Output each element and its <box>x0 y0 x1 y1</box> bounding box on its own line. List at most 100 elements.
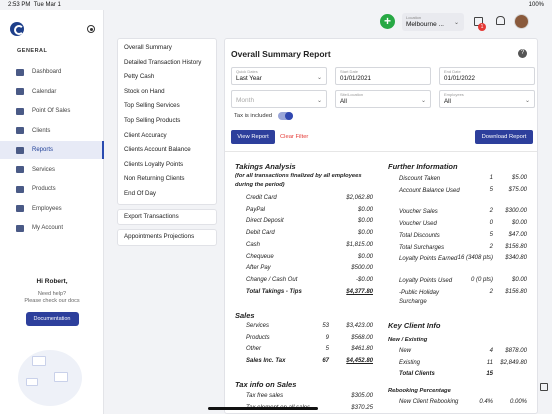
expand-icon[interactable] <box>540 383 548 391</box>
report-item[interactable]: Client Accuracy <box>118 129 216 144</box>
table-row: -Public Holiday Surcharge 2 $156.80 <box>388 289 527 305</box>
sidebar-item-label: Calendar <box>32 88 57 95</box>
location-select[interactable]: Location Melbourne ... ⌄ <box>402 13 464 31</box>
row-amount: $300.00 <box>505 208 527 215</box>
row-count: 0 (0 pts) <box>470 276 493 283</box>
row-count: 2 <box>489 208 493 215</box>
row-label: Cash <box>246 241 261 248</box>
row-amount: $2,062.80 <box>346 195 373 201</box>
table-row: Cash $1,815.00 <box>235 242 373 254</box>
help-icon[interactable]: ? <box>518 49 527 58</box>
table-row: Change / Cash Out -$0.00 <box>235 277 373 289</box>
row-label: Products <box>246 334 270 341</box>
row-count: 53 <box>322 323 329 329</box>
table-row: Total Surcharges 2 $156.80 <box>388 244 527 256</box>
table-row: Voucher Used 0 $0.00 <box>388 220 527 232</box>
row-count: 1 <box>489 175 493 181</box>
row-amount: $340.80 <box>505 255 527 262</box>
row-label: PayPal <box>246 206 266 213</box>
row-amount: $461.80 <box>351 346 373 353</box>
sidebar-toggle-icon[interactable] <box>87 25 95 33</box>
table-row: Sales Inc. Tax 67 $4,452.80 <box>235 358 373 370</box>
documentation-button[interactable]: Documentation <box>25 312 79 326</box>
avatar[interactable] <box>514 14 529 29</box>
employees-select[interactable]: Employees All ⌄ <box>439 90 535 108</box>
table-row: Services 53 $3,423.00 <box>235 323 373 335</box>
report-item[interactable]: Detailed Transaction History <box>118 56 216 71</box>
view-report-button[interactable]: View Report <box>231 130 275 144</box>
calendar-icon <box>16 88 24 95</box>
sidebar-item-dashboard[interactable]: Dashboard <box>0 63 104 81</box>
sidebar-item-point-of-sales[interactable]: Point Of Sales <box>0 102 104 120</box>
row-label: Tax free sales <box>246 393 284 399</box>
sidebar-item-calendar[interactable]: Calendar <box>0 83 104 101</box>
row-amount: $4,452.80 <box>346 358 373 365</box>
row-label: Other <box>246 346 262 353</box>
help-panel: Hi Robert, Need help? Please check our do… <box>0 278 104 326</box>
table-row: Total Clients 15 <box>388 371 527 383</box>
row-count: 4 <box>489 348 493 354</box>
report-item[interactable]: Stock on Hand <box>118 85 216 100</box>
report-item[interactable]: Top Selling Products <box>118 114 216 129</box>
table-row: Credit Card $2,062.80 <box>235 195 373 207</box>
row-label: After Pay <box>246 265 271 272</box>
home-indicator <box>208 407 318 410</box>
row-count: 2 <box>489 243 493 250</box>
row-count: 67 <box>322 358 329 365</box>
status-time: 2:53 PM Tue Mar 1 <box>8 2 61 8</box>
row-label: New <box>399 348 412 354</box>
tax-included-label: Tax is included <box>234 113 273 119</box>
report-item[interactable]: Clients Loyalty Points <box>118 158 216 173</box>
sidebar-item-services[interactable]: Services <box>0 161 104 179</box>
row-amount: $878.00 <box>505 348 527 354</box>
quick-dates-select[interactable]: Quick Dates Last Year ⌄ <box>231 67 327 85</box>
report-item[interactable]: Overall Summary <box>118 41 216 56</box>
sidebar-item-label: My Account <box>32 225 64 231</box>
start-date-field[interactable]: Start Date 01/01/2021 <box>335 67 431 85</box>
help-illustration <box>18 350 82 406</box>
report-item[interactable]: Non Returning Clients <box>118 172 216 187</box>
table-row: PayPal $0.00 <box>235 207 373 219</box>
export-box: Export Transactions <box>117 208 217 226</box>
add-button[interactable]: + <box>380 14 395 29</box>
report-item-export[interactable]: Export Transactions <box>118 210 216 225</box>
chat-icon[interactable] <box>496 16 505 25</box>
sidebar-item-employees[interactable]: Employees <box>0 200 104 218</box>
sidebar-item-products[interactable]: Products <box>0 180 104 198</box>
download-report-button[interactable]: Download Report <box>475 130 533 144</box>
row-label: Change / Cash Out <box>246 276 298 283</box>
site-select[interactable]: Site/Location All ⌄ <box>335 90 431 108</box>
page-title: Overall Summary Report <box>231 49 331 59</box>
report-item[interactable]: Clients Account Balance <box>118 143 216 158</box>
sidebar-item-clients[interactable]: Clients <box>0 122 104 140</box>
month-select[interactable]: Month ⌄ <box>231 90 327 108</box>
row-label: New Client Rebooking <box>399 399 459 405</box>
row-label: Existing <box>399 359 421 366</box>
app-logo <box>10 22 24 36</box>
report-item[interactable]: Top Selling Services <box>118 99 216 114</box>
row-label: Account Balance Used <box>399 187 460 194</box>
row-amount: $5.00 <box>511 175 527 181</box>
sidebar-item-label: Clients <box>32 127 51 134</box>
row-label: Debit Card <box>246 230 275 237</box>
sales-title: Sales <box>235 311 255 320</box>
sidebar-item-label: Reports <box>32 147 54 153</box>
row-label: Voucher Used <box>399 221 437 228</box>
takings-title: Takings Analysis <box>235 162 296 171</box>
reports-icon <box>16 146 24 154</box>
end-date-field[interactable]: End Date 01/01/2022 <box>439 67 535 85</box>
report-item[interactable]: End Of Day <box>118 187 216 202</box>
report-list: Overall Summary Detailed Transaction Hist… <box>117 38 217 205</box>
tax-included-toggle[interactable] <box>278 112 293 120</box>
row-amount: $370.25 <box>351 404 373 411</box>
row-count: 15 <box>486 371 493 378</box>
clear-filter-button[interactable]: Clear Filter <box>280 130 308 144</box>
report-item-projections[interactable]: Appointments Projections <box>118 230 216 245</box>
sidebar-item-reports[interactable]: Reports <box>0 141 104 159</box>
report-menu: Overall Summary Detailed Transaction Hist… <box>117 38 217 246</box>
report-item[interactable]: Petty Cash <box>118 70 216 85</box>
sidebar-item-my-account[interactable]: My Account <box>0 219 104 237</box>
row-amount: $0.00 <box>357 218 373 225</box>
report-panel: Overall Summary Report ? Quick Dates Last… <box>224 38 538 414</box>
row-amount: $500.00 <box>351 265 373 272</box>
